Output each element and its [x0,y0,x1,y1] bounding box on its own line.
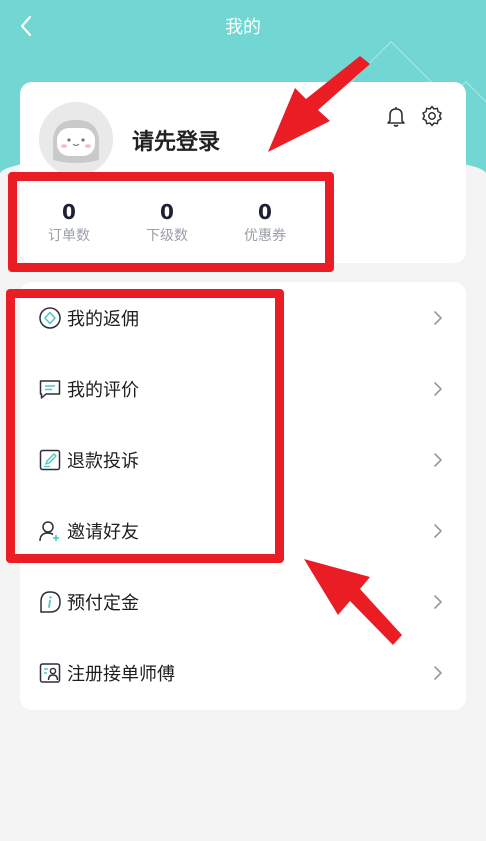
annotation-box-stats [8,172,334,272]
annotation-arrow-top [268,56,370,152]
nav-bar: 我的 [0,0,486,52]
annotation-arrow-bottom [304,559,402,645]
chevron-right-icon [434,594,442,609]
settings-button[interactable] [418,102,446,130]
register-master-icon [38,661,62,685]
annotation-box-menu [6,289,284,563]
gear-icon [422,105,442,127]
avatar[interactable] [39,102,113,176]
menu-item-label: 预付定金 [67,592,139,614]
menu-item-label: 注册接单师傅 [67,663,175,685]
deposit-info-icon [38,590,62,614]
back-button[interactable] [12,12,40,40]
chevron-right-icon [434,665,442,680]
robot-avatar-icon [39,102,113,176]
login-prompt[interactable]: 请先登录 [132,124,220,156]
bell-icon [387,107,405,127]
chevron-right-icon [434,452,442,467]
chevron-right-icon [434,523,442,538]
chevron-right-icon [434,381,442,396]
chevron-left-icon [20,15,32,37]
chevron-right-icon [434,310,442,325]
notification-button[interactable] [382,102,410,130]
page-title: 我的 [225,17,261,38]
